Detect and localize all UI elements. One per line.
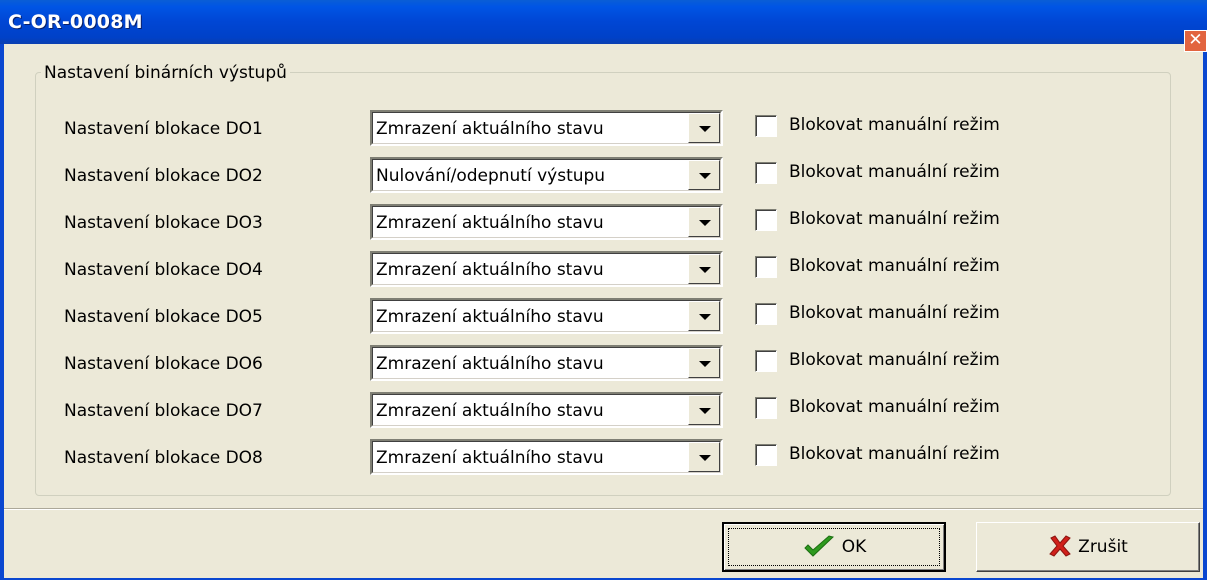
select-value: Zmrazení aktuálního stavu bbox=[376, 448, 604, 468]
button-bar-separator bbox=[4, 508, 1203, 510]
group-title: Nastavení binárních výstupů bbox=[41, 63, 290, 83]
dialog-window: C-OR-0008M ✕ Nastavení binárních výstupů… bbox=[0, 0, 1207, 580]
select-value: Zmrazení aktuálního stavu bbox=[376, 354, 604, 374]
row-label-do3: Nastavení blokace DO3 bbox=[64, 213, 263, 233]
title-bar[interactable]: C-OR-0008M bbox=[0, 0, 1207, 44]
checkbox-label-do3[interactable]: Blokovat manuální režim bbox=[789, 209, 1000, 229]
blocking-select-do7[interactable]: Zmrazení aktuálního stavu bbox=[370, 392, 723, 428]
row-label-do1: Nastavení blokace DO1 bbox=[64, 119, 263, 139]
chevron-down-icon[interactable] bbox=[688, 160, 720, 190]
select-value: Zmrazení aktuálního stavu bbox=[376, 119, 604, 139]
ok-label: OK bbox=[841, 537, 867, 557]
manual-block-checkbox-do3[interactable] bbox=[755, 209, 777, 231]
select-value: Nulování/odepnutí výstupu bbox=[376, 166, 606, 186]
manual-block-checkbox-do7[interactable] bbox=[755, 397, 777, 419]
checkbox-label-do2[interactable]: Blokovat manuální režim bbox=[789, 162, 1000, 182]
chevron-down-icon[interactable] bbox=[688, 254, 720, 284]
chevron-down-icon[interactable] bbox=[688, 348, 720, 378]
red-x-icon bbox=[1048, 534, 1072, 560]
blocking-select-do8[interactable]: Zmrazení aktuálního stavu bbox=[370, 439, 723, 475]
select-value: Zmrazení aktuálního stavu bbox=[376, 401, 604, 421]
row-label-do8: Nastavení blokace DO8 bbox=[64, 448, 263, 468]
manual-block-checkbox-do5[interactable] bbox=[755, 303, 777, 325]
checkbox-label-do8[interactable]: Blokovat manuální režim bbox=[789, 444, 1000, 464]
ok-button-content: OK bbox=[724, 524, 944, 570]
checkbox-label-do6[interactable]: Blokovat manuální režim bbox=[789, 350, 1000, 370]
chevron-down-icon[interactable] bbox=[688, 301, 720, 331]
select-value: Zmrazení aktuálního stavu bbox=[376, 260, 604, 280]
blocking-select-do5[interactable]: Zmrazení aktuálního stavu bbox=[370, 298, 723, 334]
checkbox-label-do4[interactable]: Blokovat manuální režim bbox=[789, 256, 1000, 276]
chevron-down-icon[interactable] bbox=[688, 207, 720, 237]
chevron-down-icon[interactable] bbox=[688, 113, 720, 143]
window-title: C-OR-0008M bbox=[8, 11, 143, 33]
select-value: Zmrazení aktuálního stavu bbox=[376, 213, 604, 233]
manual-block-checkbox-do6[interactable] bbox=[755, 350, 777, 372]
blocking-select-do3[interactable]: Zmrazení aktuálního stavu bbox=[370, 204, 723, 240]
row-label-do2: Nastavení blokace DO2 bbox=[64, 166, 263, 186]
manual-block-checkbox-do1[interactable] bbox=[755, 115, 777, 137]
checkbox-label-do7[interactable]: Blokovat manuální režim bbox=[789, 397, 1000, 417]
window-left-border bbox=[0, 44, 4, 580]
manual-block-checkbox-do2[interactable] bbox=[755, 162, 777, 184]
blocking-select-do1[interactable]: Zmrazení aktuálního stavu bbox=[370, 110, 723, 146]
manual-block-checkbox-do4[interactable] bbox=[755, 256, 777, 278]
row-label-do7: Nastavení blokace DO7 bbox=[64, 401, 263, 421]
cancel-button-content: Zrušit bbox=[977, 523, 1199, 571]
manual-block-checkbox-do8[interactable] bbox=[755, 444, 777, 466]
row-label-do6: Nastavení blokace DO6 bbox=[64, 354, 263, 374]
blocking-select-do2[interactable]: Nulování/odepnutí výstupu bbox=[370, 157, 723, 193]
checkbox-label-do5[interactable]: Blokovat manuální režim bbox=[789, 303, 1000, 323]
chevron-down-icon[interactable] bbox=[688, 442, 720, 472]
row-label-do4: Nastavení blokace DO4 bbox=[64, 260, 263, 280]
checkmark-icon bbox=[802, 534, 836, 560]
cancel-label: Zrušit bbox=[1078, 537, 1128, 557]
ok-button[interactable]: OK bbox=[722, 522, 946, 572]
cancel-button[interactable]: Zrušit bbox=[976, 522, 1200, 572]
chevron-down-icon[interactable] bbox=[688, 395, 720, 425]
row-label-do5: Nastavení blokace DO5 bbox=[64, 307, 263, 327]
window-right-border bbox=[1203, 52, 1207, 580]
close-icon[interactable]: ✕ bbox=[1184, 30, 1207, 52]
blocking-select-do4[interactable]: Zmrazení aktuálního stavu bbox=[370, 251, 723, 287]
checkbox-label-do1[interactable]: Blokovat manuální režim bbox=[789, 115, 1000, 135]
blocking-select-do6[interactable]: Zmrazení aktuálního stavu bbox=[370, 345, 723, 381]
select-value: Zmrazení aktuálního stavu bbox=[376, 307, 604, 327]
